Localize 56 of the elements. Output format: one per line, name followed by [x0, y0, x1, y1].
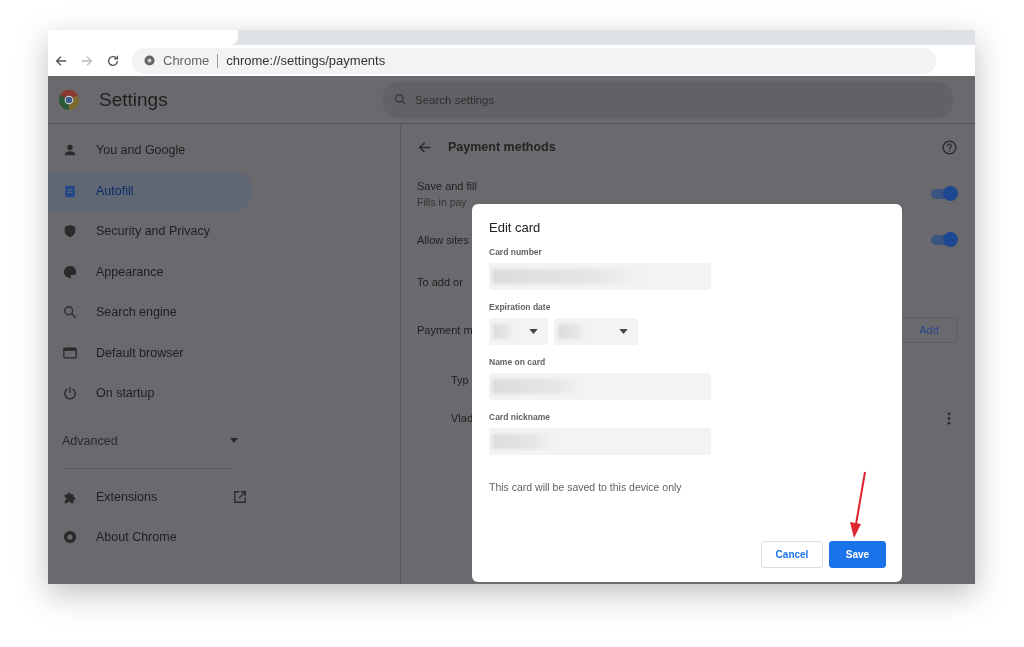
search-icon [63, 305, 77, 320]
settings-title: Settings [99, 88, 169, 111]
sidebar-item[interactable]: About Chrome [48, 517, 253, 558]
external-link-icon [233, 489, 247, 504]
input-field[interactable] [489, 428, 711, 455]
caret-icon [619, 329, 628, 334]
field-label: Card number [489, 247, 543, 257]
dialog-note: This card will be saved to this device only [489, 481, 683, 493]
caret-icon [230, 438, 238, 443]
more-icon[interactable] [947, 411, 951, 425]
person-icon [63, 143, 77, 158]
clipboard-icon [63, 183, 77, 198]
cancel-button[interactable]: Cancel [761, 541, 823, 568]
power-icon [63, 386, 77, 401]
field-label: Expiration date [489, 302, 552, 312]
input-field[interactable] [489, 373, 711, 400]
input-field[interactable] [489, 263, 711, 290]
help-icon[interactable] [942, 139, 957, 155]
page-title: Payment methods [448, 140, 556, 154]
sidebar-item[interactable]: On startup [48, 373, 253, 414]
search-icon [394, 92, 407, 106]
sidebar-item[interactable]: Appearance [48, 251, 253, 292]
setting-label: Payment m [417, 324, 473, 336]
browser-tab[interactable] [48, 30, 238, 45]
setting-label: To add or [417, 276, 463, 288]
month-dropdown[interactable] [489, 318, 548, 345]
sidebar-item[interactable]: You and Google [48, 130, 253, 171]
sidebar-item[interactable]: Extensions [48, 476, 253, 517]
site-icon [144, 55, 155, 66]
year-dropdown[interactable] [554, 318, 638, 345]
back-icon[interactable] [54, 53, 68, 68]
field-label: Card nickname [489, 412, 551, 422]
reload-icon[interactable] [106, 53, 120, 68]
setting-label: Allow sites [417, 234, 469, 246]
dialog-title: Edit card [489, 220, 542, 235]
setting-label: Save and fill [417, 180, 477, 192]
sidebar-item[interactable]: Default browser [48, 332, 253, 373]
sidebar-item[interactable]: Search engine [48, 292, 253, 333]
forward-icon[interactable] [80, 53, 94, 68]
shield-icon [63, 224, 77, 239]
sidebar-item[interactable]: Autofill [48, 170, 253, 211]
save-button[interactable]: Save [829, 541, 886, 568]
chrome-logo-icon [59, 89, 79, 110]
sidebar-item[interactable]: Security and Privacy [48, 211, 253, 252]
setting-label: Vlad [451, 412, 474, 424]
field-label: Name on card [489, 357, 547, 367]
caret-icon [529, 329, 538, 334]
toggle-switch[interactable] [931, 189, 957, 199]
chrome-icon [63, 530, 77, 545]
browser-icon [63, 345, 77, 360]
address-bar[interactable]: Chrome chrome://settings/payments [132, 47, 936, 74]
setting-label: Typ [451, 374, 469, 386]
toggle-switch[interactable] [931, 235, 957, 245]
advanced-section-toggle[interactable]: Advanced [62, 413, 234, 469]
palette-icon [63, 264, 77, 279]
annotation-arrow [849, 470, 869, 540]
